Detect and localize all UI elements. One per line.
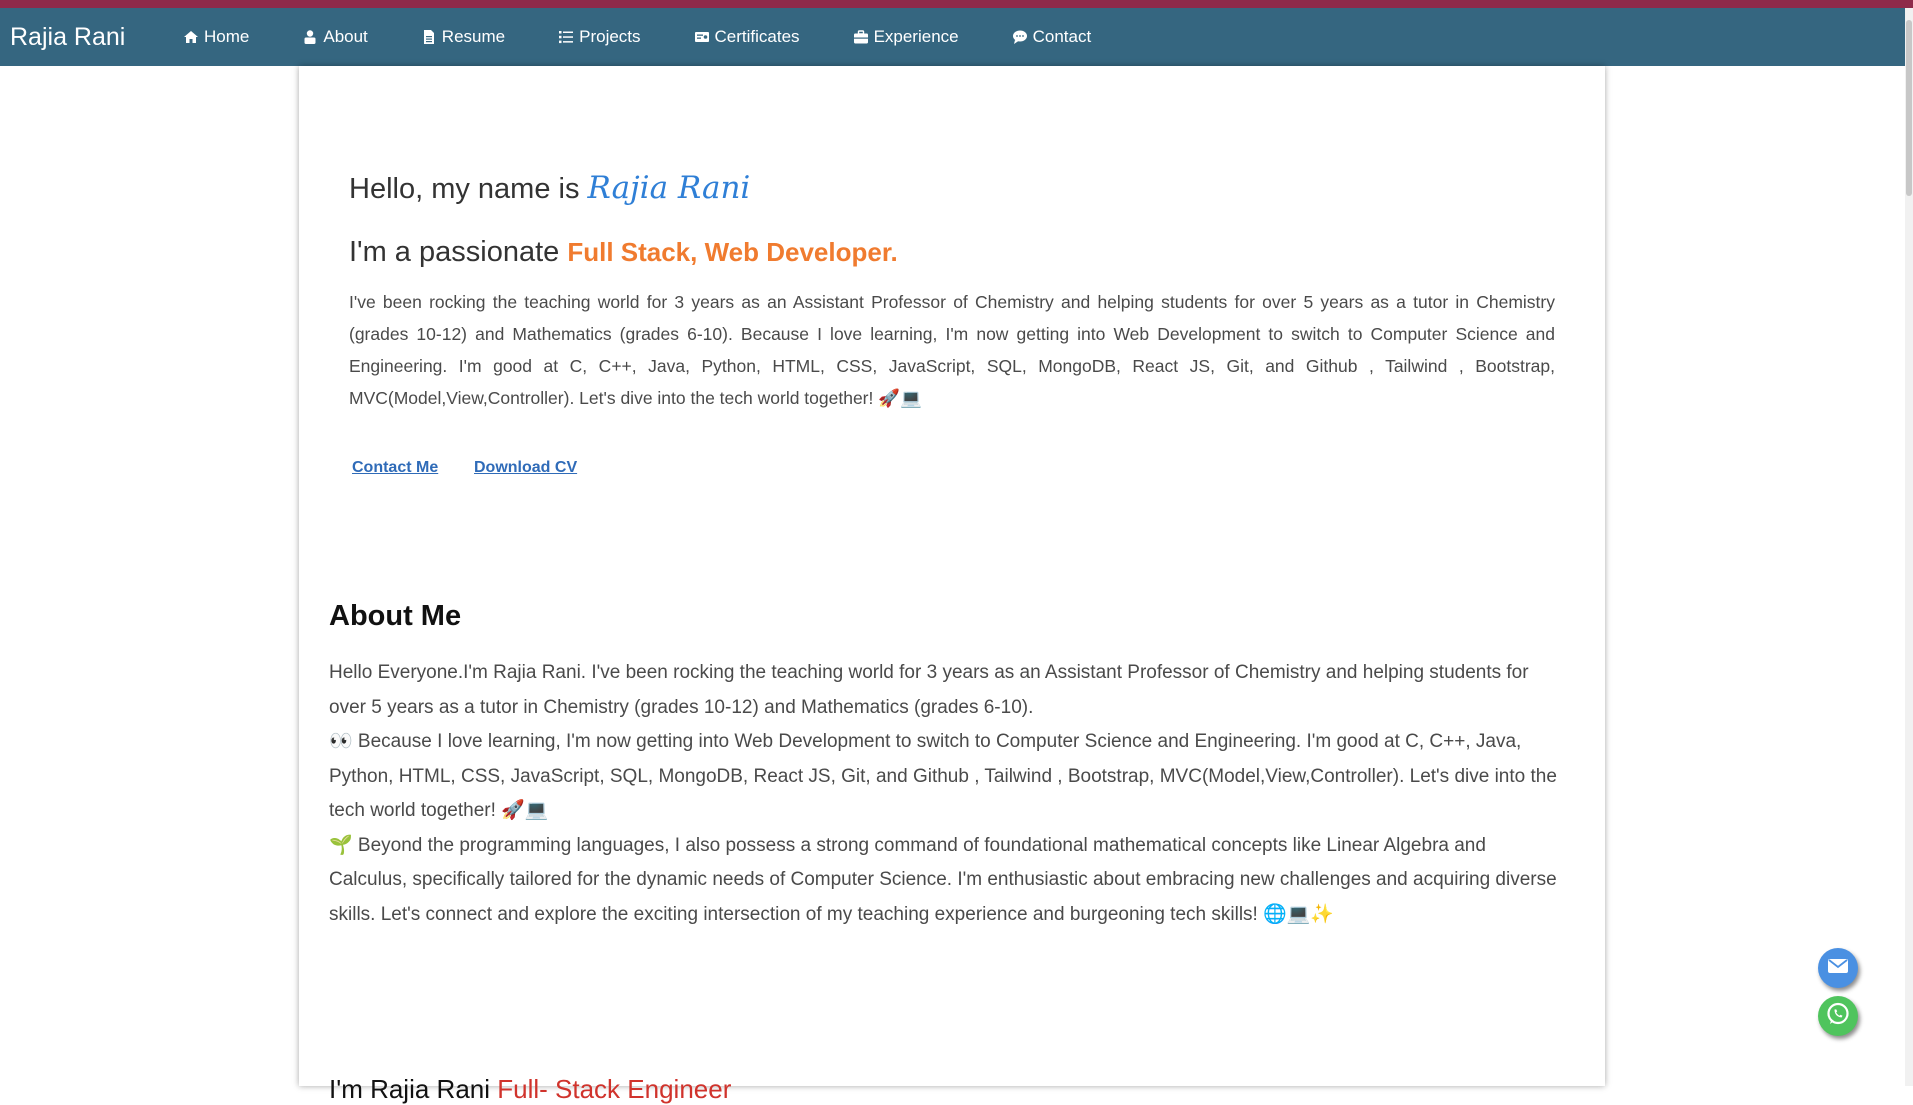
user-icon (302, 29, 318, 45)
nav-item-label: Resume (441, 27, 506, 46)
hero-role: Full Stack, Web Developer. (567, 237, 898, 267)
about-heading: About Me (329, 600, 462, 632)
nav-item-label: Projects (579, 27, 641, 46)
nav-item-about[interactable]: About (302, 27, 368, 47)
chat-icon (1012, 29, 1028, 45)
email-float-button[interactable] (1818, 948, 1858, 988)
hero-intro: I've been rocking the teaching world for… (349, 292, 1555, 408)
nav-item-contact[interactable]: Contact (1012, 27, 1092, 47)
nav-item-experience[interactable]: Experience (853, 27, 959, 47)
nav-item-certificates[interactable]: Certificates (694, 27, 800, 47)
top-accent-stripe (0, 0, 1913, 8)
list-icon (558, 29, 574, 45)
navbar: Rajia Rani Home About Resume Projects Ce… (0, 8, 1913, 66)
document-icon (421, 29, 437, 45)
nav-item-projects[interactable]: Projects (558, 27, 641, 47)
brand-logo[interactable]: Rajia Rani (10, 23, 180, 52)
nav-item-label: Certificates (714, 27, 800, 46)
certificate-icon (694, 29, 710, 45)
about-body: Hello Everyone.I'm Rajia Rani. I've been… (329, 656, 1569, 932)
nav-item-home[interactable]: Home (183, 27, 249, 47)
contact-me-link[interactable]: Contact Me (352, 459, 438, 477)
nav-menu: Home About Resume Projects Certificates (180, 27, 1091, 47)
nav-item-resume[interactable]: Resume (421, 27, 505, 47)
nav-item-label: Contact (1032, 27, 1092, 46)
scrollbar-thumb[interactable] (1906, 20, 1912, 196)
whatsapp-icon (1825, 1001, 1851, 1032)
page-scrollbar[interactable] (1905, 8, 1913, 1086)
main-content-card: Hello, my name is Rajia Rani I'm a passi… (299, 66, 1605, 1104)
hero-greeting: Hello, my name is Rajia Rani (349, 170, 750, 206)
hero-name: Rajia Rani (587, 170, 751, 206)
mail-icon (1827, 958, 1849, 979)
nav-item-label: About (323, 27, 368, 46)
tagline: I'm Rajia Rani Full- Stack Engineer (329, 1074, 731, 1105)
greeting-text: Hello, my name is (349, 173, 588, 205)
whatsapp-float-button[interactable] (1818, 996, 1858, 1036)
home-icon (183, 29, 199, 45)
tagline-role: Full- Stack Engineer (497, 1074, 732, 1104)
about-paragraph: Hello Everyone.I'm Rajia Rani. I've been… (329, 662, 1529, 718)
about-paragraph: 🌱 Beyond the programming languages, I al… (329, 834, 1557, 925)
tagline-prefix: I'm Rajia Rani (329, 1074, 498, 1104)
passion-text: I'm a passionate (349, 236, 568, 268)
nav-item-label: Home (204, 27, 250, 46)
download-cv-link[interactable]: Download CV (474, 459, 577, 477)
hero-subtitle: I'm a passionate Full Stack, Web Develop… (349, 236, 898, 269)
briefcase-icon (853, 29, 869, 45)
about-paragraph: 👀 Because I love learning, I'm now getti… (329, 731, 1557, 821)
nav-item-label: Experience (873, 27, 959, 46)
